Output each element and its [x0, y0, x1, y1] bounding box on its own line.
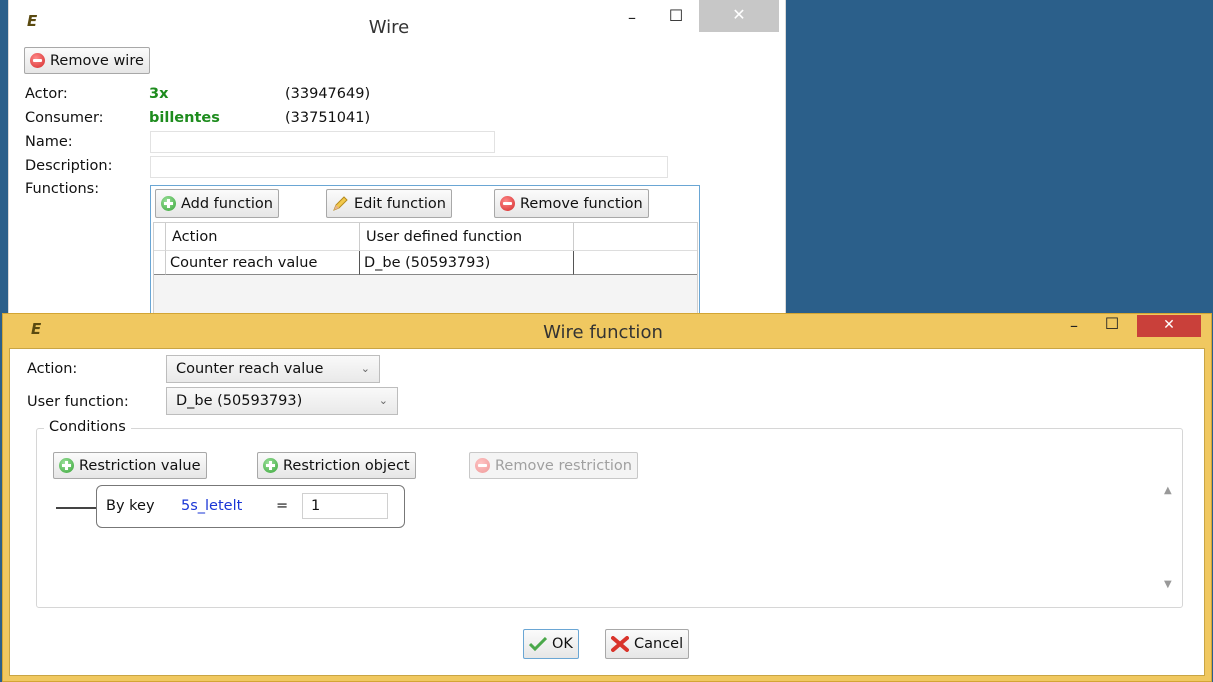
consumer-id: (33751041) [285, 110, 371, 126]
user-function-label: User function: [27, 394, 129, 410]
minimize-icon[interactable]: – [619, 8, 645, 27]
restriction-value-label: Restriction value [79, 457, 201, 474]
wire-function-window-title: Wire function [543, 322, 663, 343]
wire-function-title-bar[interactable]: E Wire function – ☐ ✕ [3, 314, 1211, 347]
functions-table: Action User defined function Counter rea… [153, 222, 698, 322]
wire-window: E Wire – ☐ ✕ Remove wire Actor: 3x (3394… [8, 0, 786, 322]
row-selector[interactable] [154, 251, 166, 275]
restriction-object-button[interactable]: Restriction object [257, 452, 416, 479]
remove-restriction-button[interactable]: Remove restriction [469, 452, 638, 479]
action-select[interactable]: Counter reach value ⌄ [166, 355, 380, 383]
consumer-label: Consumer: [25, 110, 104, 126]
ok-label: OK [552, 636, 573, 652]
consumer-value: billentes [149, 110, 220, 126]
description-label: Description: [25, 158, 113, 174]
cancel-button[interactable]: Cancel [605, 629, 690, 659]
column-header-filler [574, 223, 697, 251]
add-icon [263, 458, 278, 473]
chevron-down-icon: ⌄ [360, 362, 370, 375]
cancel-label: Cancel [634, 636, 684, 652]
wire-title-bar[interactable]: E Wire – ☐ ✕ [9, 0, 785, 40]
edit-function-button[interactable]: Edit function [326, 189, 452, 218]
wire-window-title: Wire [368, 17, 410, 38]
actor-label: Actor: [25, 86, 68, 102]
maximize-icon[interactable]: ☐ [1100, 314, 1124, 333]
remove-icon [475, 458, 490, 473]
remove-restriction-label: Remove restriction [495, 457, 632, 474]
row-header-column [154, 223, 166, 251]
pencil-icon [332, 195, 349, 212]
checkmark-icon [528, 636, 548, 652]
close-icon[interactable]: ✕ [699, 0, 779, 32]
ok-button[interactable]: OK [523, 629, 579, 659]
chevron-down-icon: ⌄ [378, 394, 388, 407]
remove-function-label: Remove function [520, 195, 643, 212]
restriction-object-label: Restriction object [283, 457, 410, 474]
close-icon[interactable]: ✕ [1137, 315, 1201, 337]
restriction-value-button[interactable]: Restriction value [53, 452, 207, 479]
action-select-value: Counter reach value [176, 361, 324, 377]
user-function-select-value: D_be (50593793) [176, 393, 303, 409]
add-function-button[interactable]: Add function [155, 189, 279, 218]
wire-function-window: E Wire function – ☐ ✕ Action: Counter re… [2, 313, 1212, 682]
remove-function-button[interactable]: Remove function [494, 189, 649, 218]
condition-connector-line [56, 507, 96, 509]
add-icon [59, 458, 74, 473]
condition-node[interactable]: By key 5s_letelt = 1 [96, 485, 405, 528]
scroll-up-icon[interactable]: ▲ [1164, 485, 1172, 496]
minimize-icon[interactable]: – [1061, 316, 1087, 335]
condition-value-input[interactable]: 1 [302, 493, 388, 519]
scroll-down-icon[interactable]: ▼ [1164, 579, 1172, 590]
column-header-action[interactable]: Action [166, 223, 360, 251]
description-field[interactable] [150, 156, 668, 178]
edit-function-label: Edit function [354, 195, 446, 212]
name-label: Name: [25, 134, 73, 150]
wire-function-content: Action: Counter reach value ⌄ User funct… [9, 348, 1205, 676]
conditions-label: Conditions [44, 419, 131, 435]
remove-wire-label: Remove wire [50, 52, 144, 69]
actor-id: (33947649) [285, 86, 371, 102]
condition-key-link[interactable]: 5s_letelt [181, 498, 242, 514]
remove-icon [30, 53, 45, 68]
add-icon [161, 196, 176, 211]
cancel-icon [611, 636, 629, 652]
table-cell-action[interactable]: Counter reach value [166, 251, 360, 275]
actor-value: 3x [149, 86, 169, 102]
table-cell-empty [574, 251, 697, 275]
table-cell-function[interactable]: D_be (50593793) [360, 251, 574, 275]
column-header-user-defined-function[interactable]: User defined function [360, 223, 574, 251]
maximize-icon[interactable]: ☐ [664, 6, 688, 25]
remove-icon [500, 196, 515, 211]
condition-operator: = [276, 498, 289, 514]
condition-prefix: By key [106, 498, 155, 514]
functions-panel: Add function Edit function Remove functi… [150, 185, 700, 322]
functions-label: Functions: [25, 181, 100, 197]
remove-wire-button[interactable]: Remove wire [24, 47, 150, 74]
action-label: Action: [27, 361, 78, 377]
name-field[interactable] [150, 131, 495, 153]
add-function-label: Add function [181, 195, 273, 212]
user-function-select[interactable]: D_be (50593793) ⌄ [166, 387, 398, 415]
